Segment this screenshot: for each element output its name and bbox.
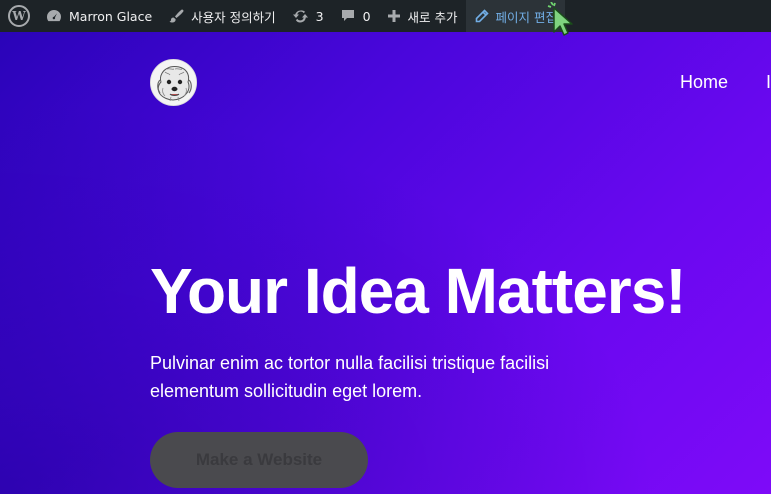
nav-item-home[interactable]: Home xyxy=(680,72,728,93)
new-content-menu[interactable]: 새로 추가 xyxy=(379,0,466,32)
main-navigation: Home In xyxy=(680,72,771,93)
comment-icon xyxy=(340,8,356,24)
hero-subtext: Pulvinar enim ac tortor nulla facilisi t… xyxy=(150,353,550,401)
admin-bar: W Marron Glace 사용자 정의하기 3 0 새로 추가 페이지 편집 xyxy=(0,0,771,32)
wordpress-icon: W xyxy=(8,5,30,27)
wordpress-logo-menu[interactable]: W xyxy=(0,0,38,32)
paintbrush-icon xyxy=(168,8,184,24)
nav-item-in[interactable]: In xyxy=(766,72,771,93)
pencil-icon xyxy=(474,8,489,24)
plus-icon xyxy=(387,9,401,23)
hero-headline: Your Idea Matters! xyxy=(150,255,687,327)
new-content-label: 새로 추가 xyxy=(407,9,458,25)
dashboard-icon xyxy=(46,8,62,24)
comments-link[interactable]: 0 xyxy=(332,0,379,32)
site-name-menu[interactable]: Marron Glace xyxy=(38,0,160,32)
comments-count: 0 xyxy=(362,8,371,24)
customize-label: 사용자 정의하기 xyxy=(191,9,276,25)
updates-count: 3 xyxy=(315,8,324,24)
site-name-label: Marron Glace xyxy=(69,8,153,24)
customize-link[interactable]: 사용자 정의하기 xyxy=(160,0,283,32)
dog-sketch-logo-icon xyxy=(151,60,196,105)
refresh-icon xyxy=(292,8,309,24)
updates-link[interactable]: 3 xyxy=(284,0,332,32)
make-website-button[interactable]: Make a Website xyxy=(150,432,368,488)
edit-page-link[interactable]: 페이지 편집 xyxy=(465,0,566,32)
site-logo[interactable] xyxy=(150,59,197,106)
hero-section: Home In Your Idea Matters! Pulvinar enim… xyxy=(0,32,771,494)
edit-page-label: 페이지 편집 xyxy=(495,9,558,25)
